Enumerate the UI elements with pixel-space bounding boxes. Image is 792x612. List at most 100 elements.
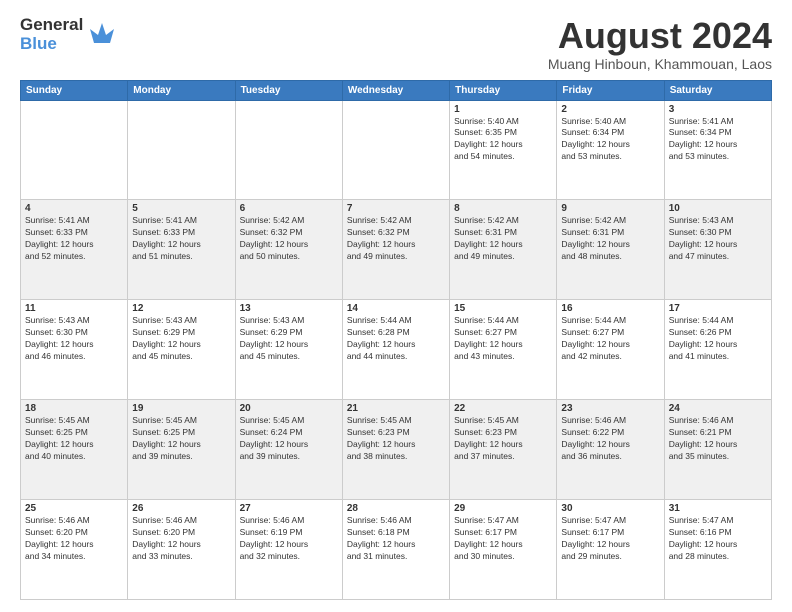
day-number: 31: [669, 503, 767, 514]
day-cell: 30Sunrise: 5:47 AM Sunset: 6:17 PM Dayli…: [557, 500, 664, 600]
page: General Blue August 2024 Muang Hinboun, …: [0, 0, 792, 612]
day-cell: 12Sunrise: 5:43 AM Sunset: 6:29 PM Dayli…: [128, 300, 235, 400]
day-info: Sunrise: 5:42 AM Sunset: 6:32 PM Dayligh…: [347, 215, 445, 263]
week-row-5: 25Sunrise: 5:46 AM Sunset: 6:20 PM Dayli…: [21, 500, 772, 600]
day-info: Sunrise: 5:42 AM Sunset: 6:31 PM Dayligh…: [454, 215, 552, 263]
day-number: 24: [669, 403, 767, 414]
day-number: 8: [454, 203, 552, 214]
day-cell: 18Sunrise: 5:45 AM Sunset: 6:25 PM Dayli…: [21, 400, 128, 500]
day-number: 25: [25, 503, 123, 514]
day-number: 16: [561, 303, 659, 314]
day-cell: 13Sunrise: 5:43 AM Sunset: 6:29 PM Dayli…: [235, 300, 342, 400]
location: Muang Hinboun, Khammouan, Laos: [548, 56, 772, 72]
day-cell: [342, 100, 449, 200]
day-number: 18: [25, 403, 123, 414]
day-cell: 20Sunrise: 5:45 AM Sunset: 6:24 PM Dayli…: [235, 400, 342, 500]
day-cell: 16Sunrise: 5:44 AM Sunset: 6:27 PM Dayli…: [557, 300, 664, 400]
day-info: Sunrise: 5:41 AM Sunset: 6:33 PM Dayligh…: [132, 215, 230, 263]
day-number: 29: [454, 503, 552, 514]
col-header-sunday: Sunday: [21, 80, 128, 100]
day-info: Sunrise: 5:44 AM Sunset: 6:27 PM Dayligh…: [561, 315, 659, 363]
day-number: 13: [240, 303, 338, 314]
day-cell: 6Sunrise: 5:42 AM Sunset: 6:32 PM Daylig…: [235, 200, 342, 300]
day-info: Sunrise: 5:43 AM Sunset: 6:30 PM Dayligh…: [669, 215, 767, 263]
week-row-3: 11Sunrise: 5:43 AM Sunset: 6:30 PM Dayli…: [21, 300, 772, 400]
calendar-table: SundayMondayTuesdayWednesdayThursdayFrid…: [20, 80, 772, 600]
day-number: 7: [347, 203, 445, 214]
day-cell: 27Sunrise: 5:46 AM Sunset: 6:19 PM Dayli…: [235, 500, 342, 600]
day-cell: [235, 100, 342, 200]
day-info: Sunrise: 5:43 AM Sunset: 6:29 PM Dayligh…: [240, 315, 338, 363]
day-cell: 15Sunrise: 5:44 AM Sunset: 6:27 PM Dayli…: [450, 300, 557, 400]
day-number: 23: [561, 403, 659, 414]
day-info: Sunrise: 5:44 AM Sunset: 6:27 PM Dayligh…: [454, 315, 552, 363]
day-cell: 7Sunrise: 5:42 AM Sunset: 6:32 PM Daylig…: [342, 200, 449, 300]
day-info: Sunrise: 5:47 AM Sunset: 6:17 PM Dayligh…: [454, 515, 552, 563]
day-cell: 24Sunrise: 5:46 AM Sunset: 6:21 PM Dayli…: [664, 400, 771, 500]
month-title: August 2024: [548, 16, 772, 56]
day-number: 12: [132, 303, 230, 314]
week-row-1: 1Sunrise: 5:40 AM Sunset: 6:35 PM Daylig…: [21, 100, 772, 200]
day-info: Sunrise: 5:45 AM Sunset: 6:23 PM Dayligh…: [454, 415, 552, 463]
col-header-friday: Friday: [557, 80, 664, 100]
day-number: 17: [669, 303, 767, 314]
day-number: 20: [240, 403, 338, 414]
day-info: Sunrise: 5:41 AM Sunset: 6:34 PM Dayligh…: [669, 116, 767, 164]
day-cell: [128, 100, 235, 200]
day-cell: 23Sunrise: 5:46 AM Sunset: 6:22 PM Dayli…: [557, 400, 664, 500]
day-info: Sunrise: 5:40 AM Sunset: 6:35 PM Dayligh…: [454, 116, 552, 164]
day-info: Sunrise: 5:45 AM Sunset: 6:24 PM Dayligh…: [240, 415, 338, 463]
day-info: Sunrise: 5:45 AM Sunset: 6:25 PM Dayligh…: [25, 415, 123, 463]
col-header-monday: Monday: [128, 80, 235, 100]
day-number: 3: [669, 104, 767, 115]
title-block: August 2024 Muang Hinboun, Khammouan, La…: [548, 16, 772, 72]
day-number: 1: [454, 104, 552, 115]
day-number: 15: [454, 303, 552, 314]
day-info: Sunrise: 5:46 AM Sunset: 6:21 PM Dayligh…: [669, 415, 767, 463]
col-header-wednesday: Wednesday: [342, 80, 449, 100]
day-info: Sunrise: 5:46 AM Sunset: 6:22 PM Dayligh…: [561, 415, 659, 463]
day-info: Sunrise: 5:41 AM Sunset: 6:33 PM Dayligh…: [25, 215, 123, 263]
day-cell: 19Sunrise: 5:45 AM Sunset: 6:25 PM Dayli…: [128, 400, 235, 500]
col-header-thursday: Thursday: [450, 80, 557, 100]
day-number: 2: [561, 104, 659, 115]
day-number: 9: [561, 203, 659, 214]
day-number: 10: [669, 203, 767, 214]
day-info: Sunrise: 5:45 AM Sunset: 6:25 PM Dayligh…: [132, 415, 230, 463]
week-row-2: 4Sunrise: 5:41 AM Sunset: 6:33 PM Daylig…: [21, 200, 772, 300]
logo-blue: Blue: [20, 35, 83, 54]
day-number: 6: [240, 203, 338, 214]
day-cell: 8Sunrise: 5:42 AM Sunset: 6:31 PM Daylig…: [450, 200, 557, 300]
day-info: Sunrise: 5:44 AM Sunset: 6:28 PM Dayligh…: [347, 315, 445, 363]
day-cell: 26Sunrise: 5:46 AM Sunset: 6:20 PM Dayli…: [128, 500, 235, 600]
day-info: Sunrise: 5:44 AM Sunset: 6:26 PM Dayligh…: [669, 315, 767, 363]
day-number: 14: [347, 303, 445, 314]
day-cell: 29Sunrise: 5:47 AM Sunset: 6:17 PM Dayli…: [450, 500, 557, 600]
day-cell: 1Sunrise: 5:40 AM Sunset: 6:35 PM Daylig…: [450, 100, 557, 200]
day-cell: 17Sunrise: 5:44 AM Sunset: 6:26 PM Dayli…: [664, 300, 771, 400]
day-info: Sunrise: 5:40 AM Sunset: 6:34 PM Dayligh…: [561, 116, 659, 164]
day-number: 26: [132, 503, 230, 514]
header: General Blue August 2024 Muang Hinboun, …: [20, 16, 772, 72]
col-header-saturday: Saturday: [664, 80, 771, 100]
day-cell: 9Sunrise: 5:42 AM Sunset: 6:31 PM Daylig…: [557, 200, 664, 300]
day-cell: 3Sunrise: 5:41 AM Sunset: 6:34 PM Daylig…: [664, 100, 771, 200]
day-cell: 25Sunrise: 5:46 AM Sunset: 6:20 PM Dayli…: [21, 500, 128, 600]
logo-icon: [86, 15, 118, 47]
day-cell: 31Sunrise: 5:47 AM Sunset: 6:16 PM Dayli…: [664, 500, 771, 600]
day-info: Sunrise: 5:43 AM Sunset: 6:30 PM Dayligh…: [25, 315, 123, 363]
day-cell: 22Sunrise: 5:45 AM Sunset: 6:23 PM Dayli…: [450, 400, 557, 500]
day-info: Sunrise: 5:46 AM Sunset: 6:18 PM Dayligh…: [347, 515, 445, 563]
day-info: Sunrise: 5:47 AM Sunset: 6:17 PM Dayligh…: [561, 515, 659, 563]
day-cell: 28Sunrise: 5:46 AM Sunset: 6:18 PM Dayli…: [342, 500, 449, 600]
day-info: Sunrise: 5:47 AM Sunset: 6:16 PM Dayligh…: [669, 515, 767, 563]
day-info: Sunrise: 5:42 AM Sunset: 6:31 PM Dayligh…: [561, 215, 659, 263]
day-number: 5: [132, 203, 230, 214]
day-number: 27: [240, 503, 338, 514]
day-cell: 10Sunrise: 5:43 AM Sunset: 6:30 PM Dayli…: [664, 200, 771, 300]
day-cell: 11Sunrise: 5:43 AM Sunset: 6:30 PM Dayli…: [21, 300, 128, 400]
logo: General Blue: [20, 16, 118, 53]
day-number: 30: [561, 503, 659, 514]
day-number: 21: [347, 403, 445, 414]
col-header-tuesday: Tuesday: [235, 80, 342, 100]
